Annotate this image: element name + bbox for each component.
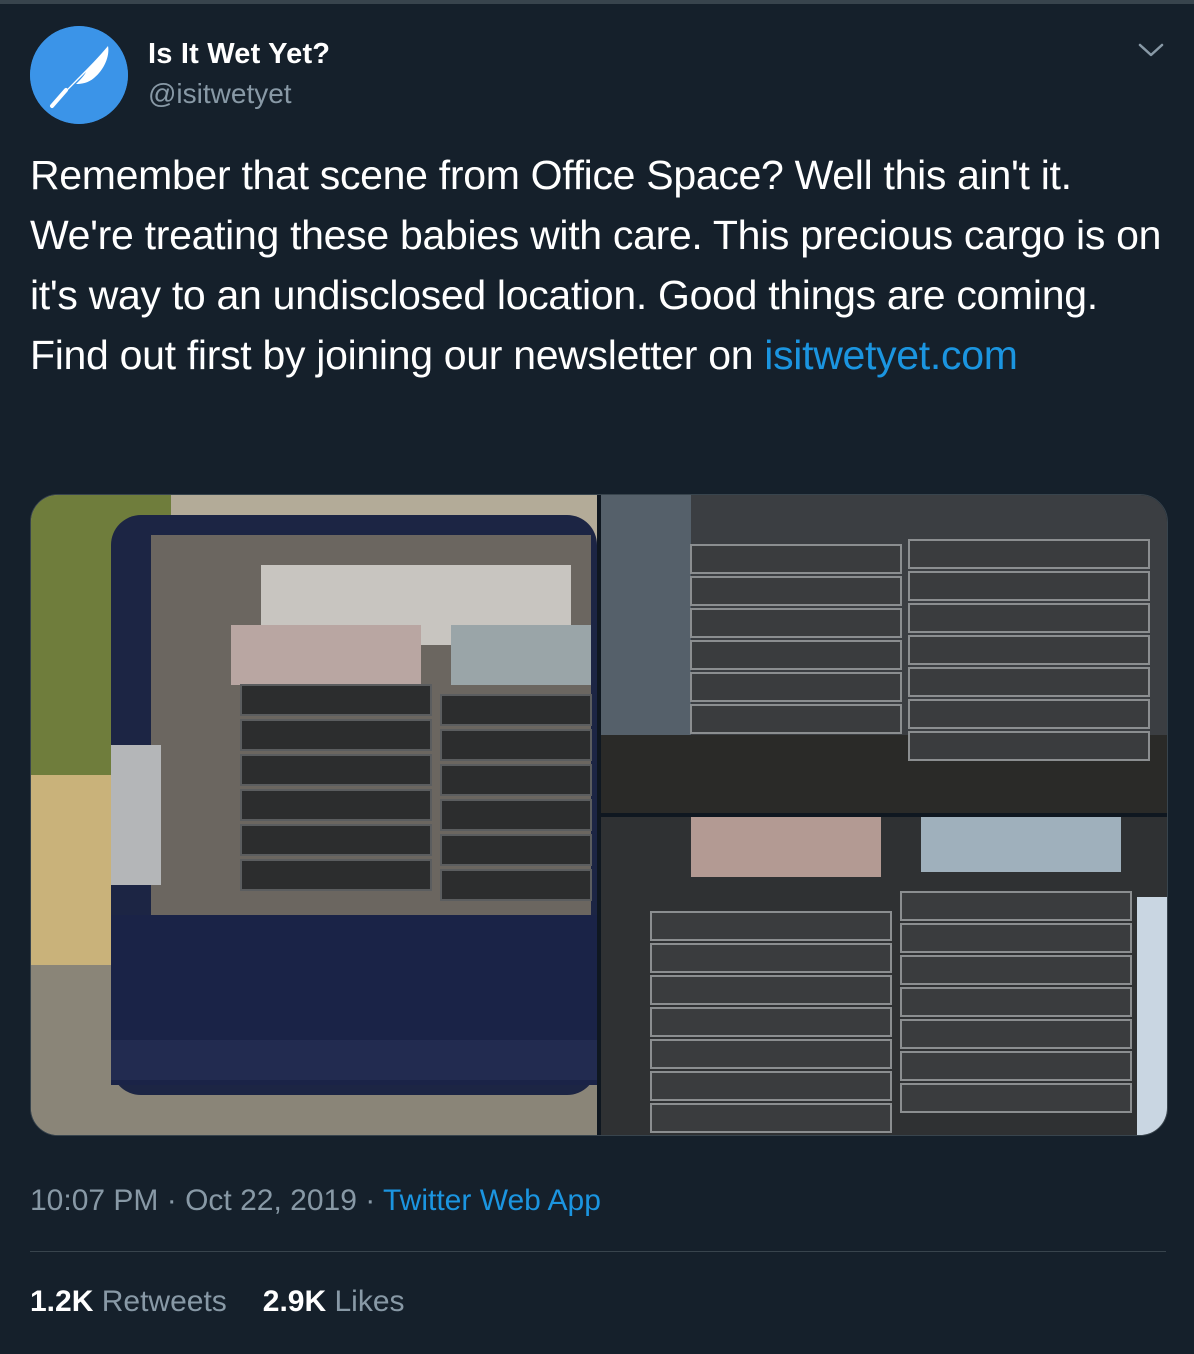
tweet-link[interactable]: isitwetyet.com (764, 332, 1018, 378)
tweet-meta: 10:07 PM · Oct 22, 2019 · Twitter Web Ap… (30, 1184, 601, 1218)
top-divider (0, 0, 1194, 4)
tweet-stats: 1.2K Retweets 2.9K Likes (30, 1285, 405, 1319)
server-stack-photo-2 (601, 817, 1167, 1135)
server-stack-photo-1 (601, 495, 1167, 813)
meta-separator: · (356, 1184, 384, 1217)
media-grid (30, 494, 1168, 1136)
author-display-name[interactable]: Is It Wet Yet? (148, 38, 330, 71)
likes-stat[interactable]: 2.9K Likes (263, 1285, 405, 1319)
retweets-stat[interactable]: 1.2K Retweets (30, 1285, 227, 1319)
likes-label: Likes (334, 1285, 405, 1318)
car-trunk-photo (31, 495, 597, 1135)
meta-separator: · (158, 1184, 186, 1217)
likes-count: 2.9K (262, 1285, 327, 1318)
tweet-date[interactable]: Oct 22, 2019 (185, 1184, 357, 1217)
stats-top-divider (30, 1251, 1166, 1252)
author-avatar[interactable] (30, 26, 128, 124)
tweet-text: Remember that scene from Office Space? W… (30, 145, 1170, 385)
photo-server-stacks-1[interactable] (601, 495, 1167, 813)
quill-feather-icon (30, 26, 128, 124)
tweet-time[interactable]: 10:07 PM (30, 1184, 158, 1217)
author-handle[interactable]: @isitwetyet (148, 78, 292, 110)
retweets-count: 1.2K (30, 1285, 94, 1318)
tweet-menu-button[interactable] (1136, 38, 1166, 62)
photo-car-trunk-servers[interactable] (31, 495, 597, 1135)
tweet-source-link[interactable]: Twitter Web App (383, 1184, 601, 1217)
chevron-down-icon (1138, 43, 1164, 57)
photo-server-stacks-2[interactable] (601, 817, 1167, 1135)
retweets-label: Retweets (101, 1285, 227, 1318)
